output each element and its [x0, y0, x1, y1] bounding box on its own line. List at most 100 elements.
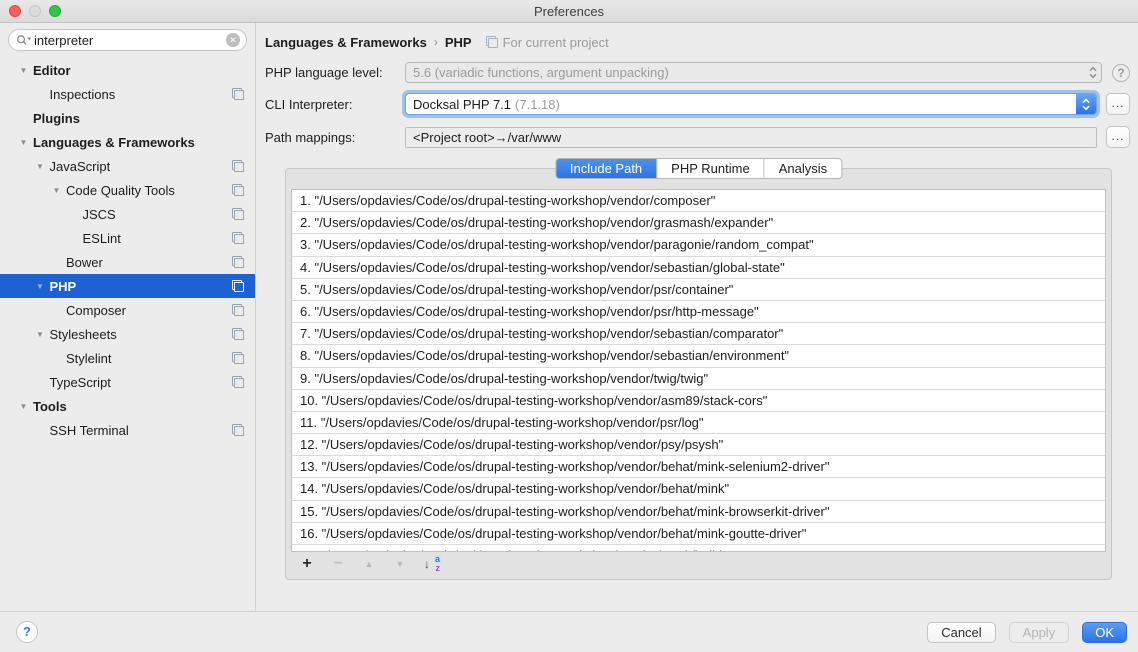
sidebar-item-ssh-terminal[interactable]: SSH Terminal	[0, 418, 255, 442]
sidebar-item-stylesheets[interactable]: ▼Stylesheets	[0, 322, 255, 346]
expand-arrow-icon[interactable]: ▼	[17, 138, 30, 147]
current-project-config-icon	[232, 376, 244, 388]
include-path-row[interactable]: 8. "/Users/opdavies/Code/os/drupal-testi…	[292, 345, 1105, 367]
include-path-row[interactable]: 13. "/Users/opdavies/Code/os/drupal-test…	[292, 456, 1105, 478]
sidebar-item-typescript[interactable]: TypeScript	[0, 370, 255, 394]
remove-button[interactable]: −	[331, 555, 345, 573]
tab-include-path[interactable]: Include Path	[556, 159, 657, 178]
list-toolbar: +− ▲ ▼ ↓az	[291, 552, 1106, 576]
tab-php-runtime[interactable]: PHP Runtime	[657, 159, 765, 178]
breadcrumb-separator-icon: ›	[434, 35, 438, 49]
zoom-window-button[interactable]	[49, 5, 61, 17]
help-context-icon[interactable]: ?	[1112, 64, 1130, 82]
path-mappings-field[interactable]: <Project root>→/var/www	[405, 127, 1097, 148]
include-path-row[interactable]: 9. "/Users/opdavies/Code/os/drupal-testi…	[292, 368, 1105, 390]
current-project-config-icon	[232, 328, 244, 340]
include-path-row[interactable]: 4. "/Users/opdavies/Code/os/drupal-testi…	[292, 257, 1105, 279]
sidebar-item-code-quality-tools[interactable]: ▼Code Quality Tools	[0, 178, 255, 202]
ok-button[interactable]: OK	[1082, 622, 1127, 643]
breadcrumb-section: Languages & Frameworks	[265, 35, 427, 50]
sidebar-item-eslint[interactable]: ESLint	[0, 226, 255, 250]
current-project-config-icon	[232, 256, 244, 268]
move-down-button[interactable]: ▼	[393, 559, 407, 569]
include-path-row[interactable]: 7. "/Users/opdavies/Code/os/drupal-testi…	[292, 323, 1105, 345]
php-settings-page: Languages & Frameworks › PHP For current…	[256, 23, 1138, 611]
settings-search-box[interactable]: ✕	[8, 29, 247, 51]
help-button[interactable]: ?	[16, 621, 38, 643]
search-input[interactable]	[32, 33, 226, 48]
close-window-button[interactable]	[9, 5, 21, 17]
path-mappings-row: Path mappings: <Project root>→/var/www .…	[265, 126, 1130, 148]
sidebar-item-composer[interactable]: Composer	[0, 298, 255, 322]
include-path-row[interactable]: 1. "/Users/opdavies/Code/os/drupal-testi…	[292, 190, 1105, 212]
expand-arrow-icon[interactable]: ▼	[34, 162, 47, 171]
chevron-up-down-icon[interactable]	[1076, 94, 1096, 114]
current-project-config-icon	[232, 160, 244, 172]
cancel-button[interactable]: Cancel	[927, 622, 995, 643]
sidebar-item-label: Tools	[33, 399, 67, 414]
expand-arrow-icon[interactable]: ▼	[34, 282, 47, 291]
move-up-button[interactable]: ▲	[362, 559, 376, 569]
cli-interpreter-select[interactable]: Docksal PHP 7.1 (7.1.18)	[405, 93, 1097, 115]
include-path-row[interactable]: 14. "/Users/opdavies/Code/os/drupal-test…	[292, 478, 1105, 500]
clear-search-icon[interactable]: ✕	[226, 33, 240, 47]
sidebar-item-javascript[interactable]: ▼JavaScript	[0, 154, 255, 178]
sidebar-item-inspections[interactable]: Inspections	[0, 82, 255, 106]
sidebar-item-label: Stylelint	[66, 351, 112, 366]
include-path-row[interactable]: 2. "/Users/opdavies/Code/os/drupal-testi…	[292, 212, 1105, 234]
sidebar-item-plugins[interactable]: Plugins	[0, 106, 255, 130]
apply-button[interactable]: Apply	[1009, 622, 1070, 643]
interpreter-settings-panel: Include PathPHP RuntimeAnalysis 1. "/Use…	[285, 168, 1112, 580]
tab-group: Include PathPHP RuntimeAnalysis	[555, 158, 842, 179]
sidebar-item-label: Stylesheets	[50, 327, 117, 342]
include-path-row[interactable]: 6. "/Users/opdavies/Code/os/drupal-testi…	[292, 301, 1105, 323]
sidebar-item-bower[interactable]: Bower	[0, 250, 255, 274]
include-path-row[interactable]: 12. "/Users/opdavies/Code/os/drupal-test…	[292, 434, 1105, 456]
sidebar-item-label: PHP	[50, 279, 77, 294]
include-path-row[interactable]: 11. "/Users/opdavies/Code/os/drupal-test…	[292, 412, 1105, 434]
expand-arrow-icon[interactable]: ▼	[34, 330, 47, 339]
expand-arrow-icon[interactable]: ▼	[17, 66, 30, 75]
traffic-lights	[9, 5, 61, 17]
include-path-row[interactable]: 15. "/Users/opdavies/Code/os/drupal-test…	[292, 501, 1105, 523]
sidebar-item-editor[interactable]: ▼Editor	[0, 58, 255, 82]
scope-indicator: For current project	[486, 35, 609, 50]
sidebar-item-label: SSH Terminal	[50, 423, 129, 438]
sidebar-item-stylelint[interactable]: Stylelint	[0, 346, 255, 370]
sort-alphabetically-button[interactable]: ↓az	[424, 556, 441, 572]
minimize-window-button[interactable]	[29, 5, 41, 17]
include-path-row[interactable]: 10. "/Users/opdavies/Code/os/drupal-test…	[292, 390, 1105, 412]
language-level-select[interactable]: 5.6 (variadic functions, argument unpack…	[405, 62, 1102, 83]
sidebar-item-label: JavaScript	[50, 159, 111, 174]
include-path-row[interactable]: 16. "/Users/opdavies/Code/os/drupal-test…	[292, 523, 1105, 545]
chevron-up-down-icon[interactable]	[1085, 63, 1101, 82]
sidebar-item-label: Composer	[66, 303, 126, 318]
sidebar-item-jscs[interactable]: JSCS	[0, 202, 255, 226]
include-path-list[interactable]: 1. "/Users/opdavies/Code/os/drupal-testi…	[291, 189, 1106, 552]
tab-analysis[interactable]: Analysis	[765, 159, 841, 178]
expand-arrow-icon[interactable]: ▼	[50, 186, 63, 195]
search-icon[interactable]	[16, 34, 32, 47]
path-mappings-more-button[interactable]: ...	[1106, 126, 1130, 148]
sidebar-item-label: Languages & Frameworks	[33, 135, 195, 150]
cli-interpreter-row: CLI Interpreter: Docksal PHP 7.1 (7.1.18…	[265, 93, 1130, 115]
include-path-row[interactable]: 17. "/Users/opdavies/Code/os/drupal-test…	[292, 545, 1105, 552]
cli-interpreter-more-button[interactable]: ...	[1106, 93, 1130, 115]
footer-bar: ? Cancel Apply OK	[0, 611, 1138, 652]
include-path-row[interactable]: 5. "/Users/opdavies/Code/os/drupal-testi…	[292, 279, 1105, 301]
sidebar-item-label: Bower	[66, 255, 103, 270]
sidebar-item-php[interactable]: ▼PHP	[0, 274, 255, 298]
sidebar-item-languages-frameworks[interactable]: ▼Languages & Frameworks	[0, 130, 255, 154]
add-button[interactable]: +	[300, 555, 314, 573]
sidebar-item-label: Code Quality Tools	[66, 183, 175, 198]
cli-interpreter-label: CLI Interpreter:	[265, 97, 405, 112]
expand-arrow-icon[interactable]: ▼	[17, 402, 30, 411]
cli-interpreter-value: Docksal PHP 7.1	[413, 97, 511, 112]
current-project-config-icon	[232, 424, 244, 436]
sidebar-item-tools[interactable]: ▼Tools	[0, 394, 255, 418]
sort-z-label: z	[435, 564, 442, 572]
preferences-window: Preferences ✕ ▼EditorInspectionsPlugins▼…	[0, 0, 1138, 652]
current-project-config-icon	[232, 352, 244, 364]
cli-interpreter-version: (7.1.18)	[515, 97, 560, 112]
include-path-row[interactable]: 3. "/Users/opdavies/Code/os/drupal-testi…	[292, 234, 1105, 256]
